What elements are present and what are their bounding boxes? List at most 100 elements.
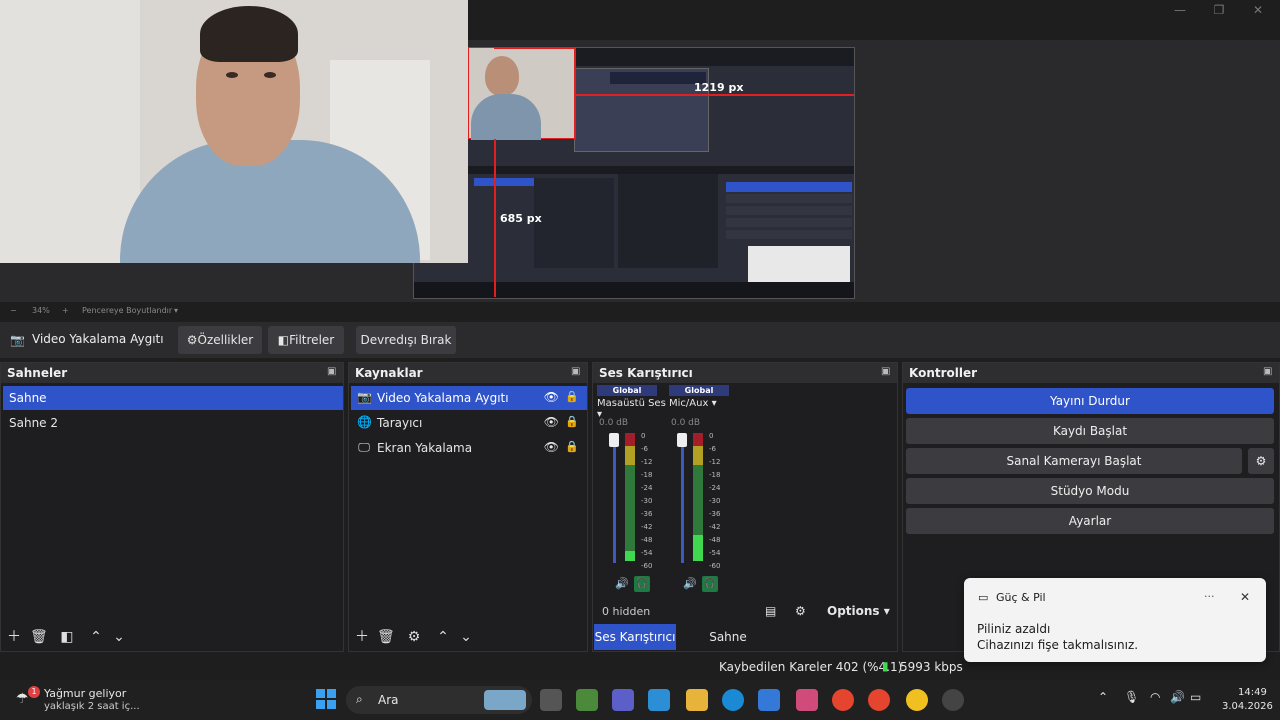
volume-fader[interactable] (613, 433, 616, 563)
volume-icon[interactable]: 🔊 (1170, 690, 1185, 704)
weather-title[interactable]: Yağmur geliyor (44, 687, 126, 700)
scale-tick: -48 (709, 536, 721, 544)
lock-icon[interactable]: 🔒 (565, 415, 579, 428)
scale-tick: -36 (641, 510, 653, 518)
gear-icon[interactable]: ⚙ (795, 604, 806, 618)
filter-icon[interactable]: ◧ (59, 629, 75, 645)
battery-icon[interactable]: ▭ (1190, 690, 1201, 704)
store-icon[interactable] (758, 689, 780, 711)
headphones-icon[interactable]: 🎧 (702, 576, 718, 592)
add-icon[interactable]: ＋ (6, 629, 22, 645)
filters-button[interactable]: ◧Filtreler (268, 326, 344, 354)
teams-icon[interactable] (612, 689, 634, 711)
channel-name[interactable]: Masaüstü Ses ▾ (597, 398, 667, 420)
sources-title: Kaynaklar (349, 363, 587, 383)
battery-notification[interactable]: ▭ Güç & Pil ··· ✕ Piliniz azaldı Cihazın… (964, 578, 1266, 662)
lock-icon[interactable]: 🔒 (565, 390, 579, 403)
app-icon[interactable] (576, 689, 598, 711)
chevron-up-icon[interactable]: ⌃ (1098, 690, 1108, 704)
close-icon[interactable]: ✕ (1240, 590, 1250, 604)
source-label: Tarayıcı (377, 416, 423, 430)
microphone-icon[interactable]: 🎙 (1124, 690, 1139, 704)
search-label: Ara (378, 693, 399, 707)
arrow-down-icon[interactable]: ⌄ (458, 629, 474, 645)
speaker-icon[interactable]: 🔊 (615, 577, 629, 590)
gear-icon[interactable]: ⚙ (1248, 448, 1274, 474)
arrow-down-icon[interactable]: ⌄ (111, 629, 127, 645)
trash-icon[interactable]: 🗑 (377, 629, 395, 645)
wifi-icon[interactable]: ◠ (1150, 690, 1160, 704)
notification-app: Güç & Pil (996, 591, 1046, 604)
start-virtual-camera-button[interactable]: Sanal Kamerayı Başlat (906, 448, 1242, 474)
channel-name-label: Masaüstü Ses (597, 398, 666, 409)
source-item[interactable]: 📷 Video Yakalama Aygıtı 👁 🔒 (351, 386, 587, 410)
mixer-channel: Global Masaüstü Ses ▾ 0.0 dB 0 -6 -12 -18 -2… (597, 385, 666, 595)
gear-icon: ⚙ (186, 333, 198, 347)
trash-icon[interactable]: 🗑 (30, 629, 48, 645)
volume-fader[interactable] (681, 433, 684, 563)
clock-time[interactable]: 14:49 (1238, 687, 1267, 698)
gear-icon[interactable]: ⚙ (406, 629, 422, 645)
clock-date[interactable]: 3.04.2026 (1222, 701, 1273, 712)
source-label: Video Yakalama Aygıtı (377, 391, 509, 405)
undock-icon[interactable]: ▣ (327, 366, 339, 378)
headphones-icon[interactable]: 🎧 (634, 576, 650, 592)
fader-handle[interactable] (677, 433, 687, 447)
deactivate-button[interactable]: Devredışı Bırak (356, 326, 456, 354)
maximize-button[interactable]: ❐ (1209, 2, 1229, 18)
zoom-in-button[interactable]: + (62, 306, 69, 315)
eye-icon[interactable]: 👁 (544, 415, 559, 429)
windows-start-icon[interactable] (316, 689, 336, 709)
app-icon[interactable] (906, 689, 928, 711)
properties-button[interactable]: ⚙Özellikler (178, 326, 262, 354)
photos-icon[interactable] (796, 689, 818, 711)
arrow-up-icon[interactable]: ⌃ (435, 629, 451, 645)
search-box[interactable]: ⌕ Ara (346, 686, 532, 714)
obs-icon[interactable] (942, 689, 964, 711)
arrow-up-icon[interactable]: ⌃ (88, 629, 104, 645)
scene-item[interactable]: Sahne 2 (3, 411, 343, 435)
speaker-icon[interactable]: 🔊 (683, 577, 697, 590)
task-view-icon[interactable] (540, 689, 562, 711)
studio-mode-button[interactable]: Stüdyo Modu (906, 478, 1274, 504)
undock-icon[interactable]: ▣ (881, 366, 893, 378)
chrome-icon[interactable] (832, 689, 854, 711)
undock-icon[interactable]: ▣ (571, 366, 583, 378)
source-item[interactable]: 🖵 Ekran Yakalama 👁 🔒 (351, 436, 587, 460)
weather-icon[interactable]: ☂ (16, 691, 29, 707)
source-item[interactable]: 🌐 Tarayıcı 👁 🔒 (351, 411, 587, 435)
edge-icon[interactable] (722, 689, 744, 711)
weather-badge: 1 (28, 686, 40, 698)
tab-transitions[interactable]: Sahne Geçişleri (682, 624, 774, 670)
scene-item[interactable]: Sahne (3, 386, 343, 410)
caret-down-icon: ▾ (711, 398, 717, 409)
options-button[interactable]: Options ▾ (827, 604, 890, 618)
sources-footer: ＋ 🗑 ⚙ ⌃ ⌄ (349, 623, 587, 651)
stop-stream-button[interactable]: Yayını Durdur (906, 388, 1274, 414)
add-icon[interactable]: ＋ (354, 629, 370, 645)
lock-icon[interactable]: 🔒 (565, 440, 579, 453)
chrome-icon[interactable] (868, 689, 890, 711)
more-button[interactable]: ··· (1204, 590, 1215, 603)
channel-name[interactable]: Mic/Aux ▾ (669, 398, 739, 409)
fader-handle[interactable] (609, 433, 619, 447)
copilot-icon[interactable] (648, 689, 670, 711)
minimize-button[interactable]: — (1170, 2, 1190, 18)
zoom-mode-label[interactable]: Pencereye Boyutlandır (82, 306, 172, 315)
meter-scale: 0 -6 -12 -18 -24 -30 -36 -42 -48 -54 -60 (641, 432, 661, 575)
undock-icon[interactable]: ▣ (1263, 366, 1275, 378)
start-recording-button[interactable]: Kaydı Başlat (906, 418, 1274, 444)
measure-vertical-line (494, 139, 496, 297)
folder-icon[interactable] (686, 689, 708, 711)
close-button[interactable]: ✕ (1248, 2, 1268, 18)
zoom-out-button[interactable]: − (10, 306, 17, 315)
chevron-down-icon[interactable]: ▾ (174, 306, 178, 315)
layout-icon[interactable]: ▤ (765, 604, 776, 618)
tab-mixer[interactable]: Ses Karıştırıcı (594, 624, 676, 650)
eye-icon[interactable]: 👁 (544, 390, 559, 404)
settings-button[interactable]: Ayarlar (906, 508, 1274, 534)
weather-subtitle: yaklaşık 2 saat iç... (44, 701, 140, 712)
filter-icon: ◧ (277, 333, 290, 347)
mini-webcam (468, 47, 576, 140)
eye-icon[interactable]: 👁 (544, 440, 559, 454)
